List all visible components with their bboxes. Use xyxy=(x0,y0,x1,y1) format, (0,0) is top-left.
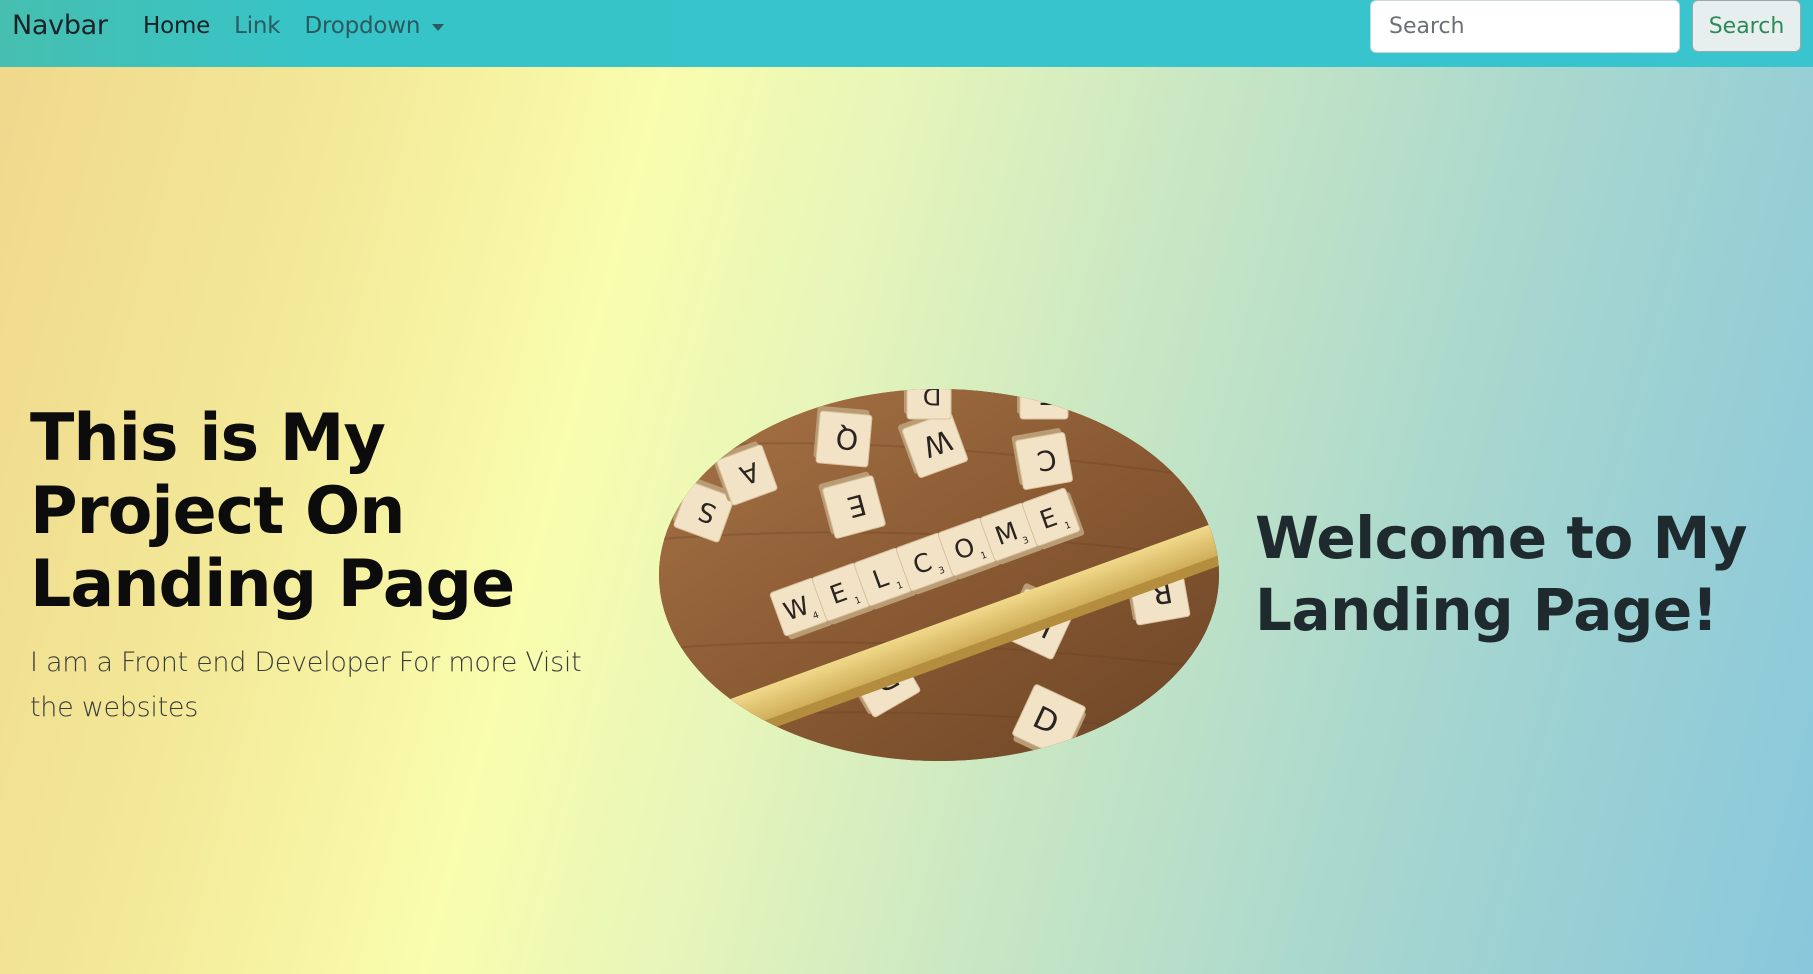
svg-text:Q: Q xyxy=(834,421,859,457)
hero-welcome-heading: Welcome to My Landing Page! xyxy=(1255,504,1748,644)
nav-link-link[interactable]: Link xyxy=(234,13,281,39)
scrabble-illustration: SAQWCEERHDDD W4E1L1C3O1M3E1 xyxy=(659,389,1219,761)
nav-dropdown-label: Dropdown xyxy=(304,13,421,39)
scattered-tile: E xyxy=(1017,389,1069,420)
hero-title: This is My Project On Landing Page xyxy=(30,401,515,622)
caret-down-icon xyxy=(432,23,445,31)
scattered-tile: C xyxy=(1011,428,1073,490)
navbar: Navbar Home Link Dropdown Search xyxy=(0,0,1813,67)
svg-text:D: D xyxy=(923,389,942,410)
svg-text:E: E xyxy=(1039,389,1056,409)
navbar-brand[interactable]: Navbar xyxy=(12,10,108,41)
nav-link-home[interactable]: Home xyxy=(143,13,210,39)
nav-links: Home Link Dropdown xyxy=(143,13,468,39)
nav-dropdown[interactable]: Dropdown xyxy=(304,13,445,39)
search-input[interactable] xyxy=(1370,0,1680,53)
welcome-scrabble-image: SAQWCEERHDDD W4E1L1C3O1M3E1 xyxy=(659,389,1219,761)
search-button[interactable]: Search xyxy=(1692,0,1801,52)
scattered-tile: D xyxy=(904,389,952,420)
hero-subtitle: I am a Front end Developer For more Visi… xyxy=(30,647,582,723)
scattered-tile: Q xyxy=(813,405,873,468)
